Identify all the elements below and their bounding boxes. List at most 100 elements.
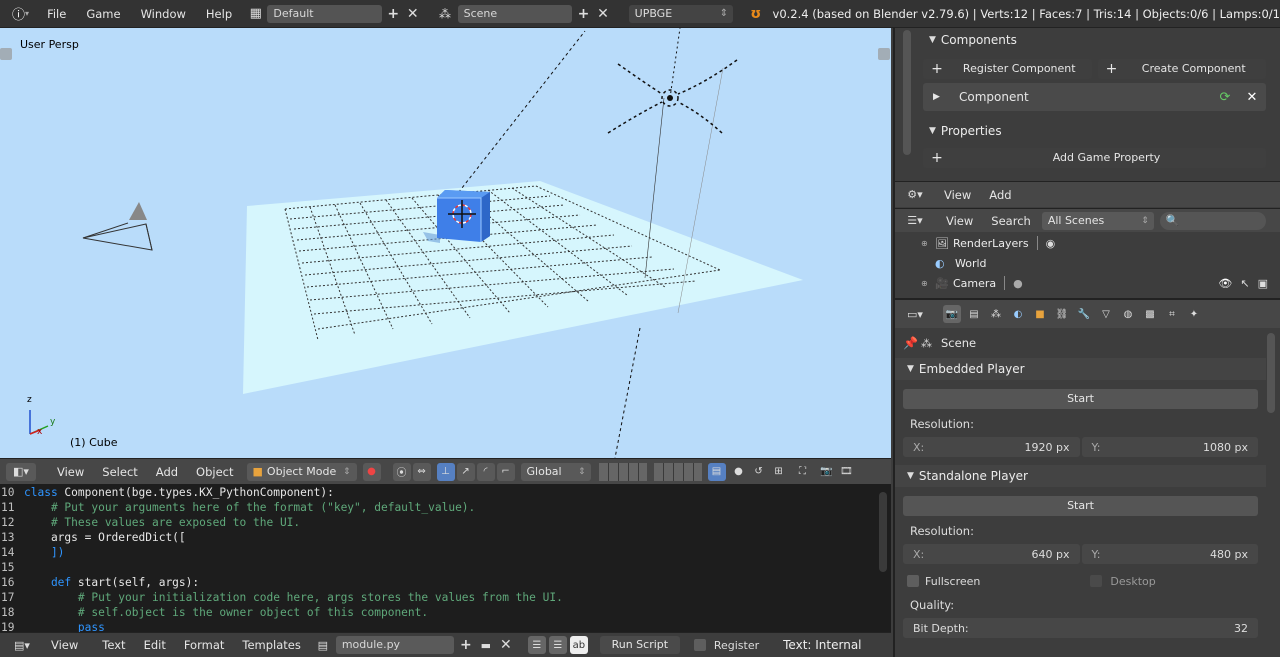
standalone-player-header[interactable]: ▼ Standalone Player (895, 465, 1266, 487)
bit-depth-field[interactable]: Bit Depth: 32 (903, 618, 1258, 638)
modifiers-tab-icon[interactable]: 🔧 (1075, 305, 1093, 323)
layer-buttons[interactable] (598, 462, 702, 481)
eye-icon[interactable]: 👁 (1218, 277, 1232, 290)
menu-view[interactable]: View (935, 188, 980, 202)
text-editor[interactable]: 10 class Component(bge.types.KX_PythonCom… (0, 484, 891, 632)
code-line[interactable]: 18 # self.object is the owner object of … (0, 605, 891, 620)
word-wrap-icon[interactable]: ☰ (548, 636, 567, 654)
expand-icon[interactable]: ⊕ (921, 279, 935, 288)
register-component-button[interactable]: + Register Component (923, 59, 1092, 79)
snap-element-icon[interactable]: ⊞ (770, 463, 788, 481)
add-layout-icon[interactable]: + (386, 6, 401, 22)
embedded-player-header[interactable]: ▼ Embedded Player (895, 358, 1266, 380)
embedded-start-button[interactable]: Start (903, 389, 1258, 409)
menu-help[interactable]: Help (196, 7, 242, 21)
text-datablock-icon[interactable]: ▤ (312, 636, 334, 654)
proportional-edit-icon[interactable]: ● (730, 463, 748, 481)
material-tab-icon[interactable]: ◍ (1119, 305, 1137, 323)
render-icon[interactable]: 📷 (818, 463, 836, 481)
code-line[interactable]: 15 (0, 560, 891, 575)
outliner-row-world[interactable]: ◐ World (895, 253, 1280, 273)
constraints-tab-icon[interactable]: ⛓ (1053, 305, 1071, 323)
region-corner-left[interactable] (0, 48, 12, 60)
editor-scrollbar[interactable] (879, 492, 887, 572)
properties-type-icon[interactable]: ▭▾ (901, 305, 929, 323)
add-scene-icon[interactable]: + (576, 6, 591, 22)
rotate-icon[interactable]: ◜ (476, 462, 495, 481)
render-toggle-icon[interactable]: ▣ (1258, 277, 1268, 290)
code-line[interactable]: 10 class Component(bge.types.KX_PythonCom… (0, 485, 891, 500)
create-component-button[interactable]: + Create Component (1097, 59, 1266, 79)
texture-tab-icon[interactable]: ▩ (1141, 305, 1159, 323)
code-line[interactable]: 14 ]) (0, 545, 891, 560)
data-tab-icon[interactable]: ▽ (1097, 305, 1115, 323)
standalone-x-field[interactable]: X: 640 px (903, 544, 1080, 564)
menu-select[interactable]: Select (93, 465, 146, 479)
logic-scrollbar[interactable] (903, 30, 911, 155)
particles-tab-icon[interactable]: ✦ (1185, 305, 1203, 323)
layers-group-2[interactable] (653, 462, 702, 481)
code-line[interactable]: 11 # Put your arguments here of the form… (0, 500, 891, 515)
menu-add[interactable]: Add (147, 465, 187, 479)
render-layers-tab-icon[interactable]: ▤ (965, 305, 983, 323)
scene-tab-icon[interactable]: ⁂ (987, 305, 1005, 323)
render-tab-icon[interactable]: 📷 (943, 305, 961, 323)
code-line[interactable]: 17 # Put your initialization code here, … (0, 590, 891, 605)
scene-icon[interactable]: ⁂ (434, 5, 455, 23)
menu-window[interactable]: Window (131, 7, 196, 21)
snap-icon[interactable]: ↺ (750, 463, 768, 481)
screen-layout-icon[interactable]: ▦ (246, 5, 265, 23)
run-script-button[interactable]: Run Script (599, 636, 680, 654)
menu-add[interactable]: Add (980, 188, 1020, 202)
outliner-search-input[interactable]: 🔍 (1159, 211, 1266, 230)
close-icon[interactable]: ✕ (1242, 87, 1262, 107)
region-corner-right[interactable] (878, 48, 890, 60)
properties-panel-header[interactable]: ▼ Properties (923, 120, 1266, 142)
menu-view[interactable]: View (48, 465, 93, 479)
outliner-row-renderlayers[interactable]: ⊕ 🖼 RenderLayers ◉ (895, 233, 1280, 253)
render-engine-select[interactable]: UPBGE (628, 4, 734, 23)
logic-editor-type-icon[interactable]: ⚙▾ (901, 186, 929, 204)
info-icon[interactable]: ⓘ ▾ (8, 4, 33, 24)
code-line[interactable]: 16 def start(self, args): (0, 575, 891, 590)
orientation-select[interactable]: Global ⇕ (520, 462, 591, 481)
cursor-icon[interactable]: ↖ (1240, 277, 1249, 290)
components-panel-header[interactable]: ▼ Components (923, 29, 1266, 51)
embedded-x-field[interactable]: X: 1920 px (903, 437, 1080, 457)
code-line[interactable]: 12 # These values are exposed to the UI. (0, 515, 891, 530)
delete-layout-icon[interactable]: ✕ (405, 6, 420, 22)
editor-type-icon[interactable]: ▤▾ (8, 636, 36, 654)
world-tab-icon[interactable]: ◐ (1009, 305, 1027, 323)
physics-tab-icon[interactable]: ⌗ (1163, 305, 1181, 323)
standalone-y-field[interactable]: Y: 480 px (1081, 544, 1258, 564)
menu-text[interactable]: Text (93, 638, 134, 652)
reload-icon[interactable]: ⟳ (1216, 88, 1234, 106)
menu-templates[interactable]: Templates (233, 638, 309, 652)
menu-format[interactable]: Format (175, 638, 234, 652)
delete-scene-icon[interactable]: ✕ (595, 6, 610, 22)
desktop-checkbox[interactable] (1090, 575, 1103, 587)
syntax-highlight-icon[interactable]: ab (569, 636, 588, 654)
scenes-select[interactable]: All Scenes ⇕ (1041, 211, 1154, 230)
open-folder-icon[interactable]: ▬ (478, 637, 494, 653)
expand-icon[interactable]: ⊕ (921, 239, 935, 248)
text-file-field[interactable]: module.py (335, 636, 454, 654)
register-checkbox[interactable] (693, 639, 706, 651)
editor-type-icon[interactable]: ◧▾ (6, 462, 36, 481)
pivot-point-icon[interactable]: ⦿ (392, 462, 411, 481)
menu-game[interactable]: Game (76, 7, 130, 21)
menu-file[interactable]: File (33, 7, 76, 21)
manipulator-icon[interactable]: ⇔ (412, 462, 431, 481)
snap-target-icon[interactable]: ⛶ (794, 463, 812, 481)
menu-object[interactable]: Object (187, 465, 242, 479)
layer-lock-icon[interactable]: ▤ (707, 462, 726, 481)
scale-icon[interactable]: ⌐ (496, 462, 515, 481)
unlink-text-icon[interactable]: ✕ (498, 637, 514, 653)
layers-group-1[interactable] (598, 462, 647, 481)
viewport-shading-icon[interactable]: ● (362, 462, 381, 481)
line-numbers-icon[interactable]: ☰ (527, 636, 546, 654)
menu-view[interactable]: View (42, 638, 87, 652)
object-tab-icon[interactable]: ■ (1031, 305, 1049, 323)
code-line[interactable]: 19 pass (0, 620, 891, 632)
component-box[interactable]: ▶ Component ⟳ ✕ (923, 83, 1266, 111)
